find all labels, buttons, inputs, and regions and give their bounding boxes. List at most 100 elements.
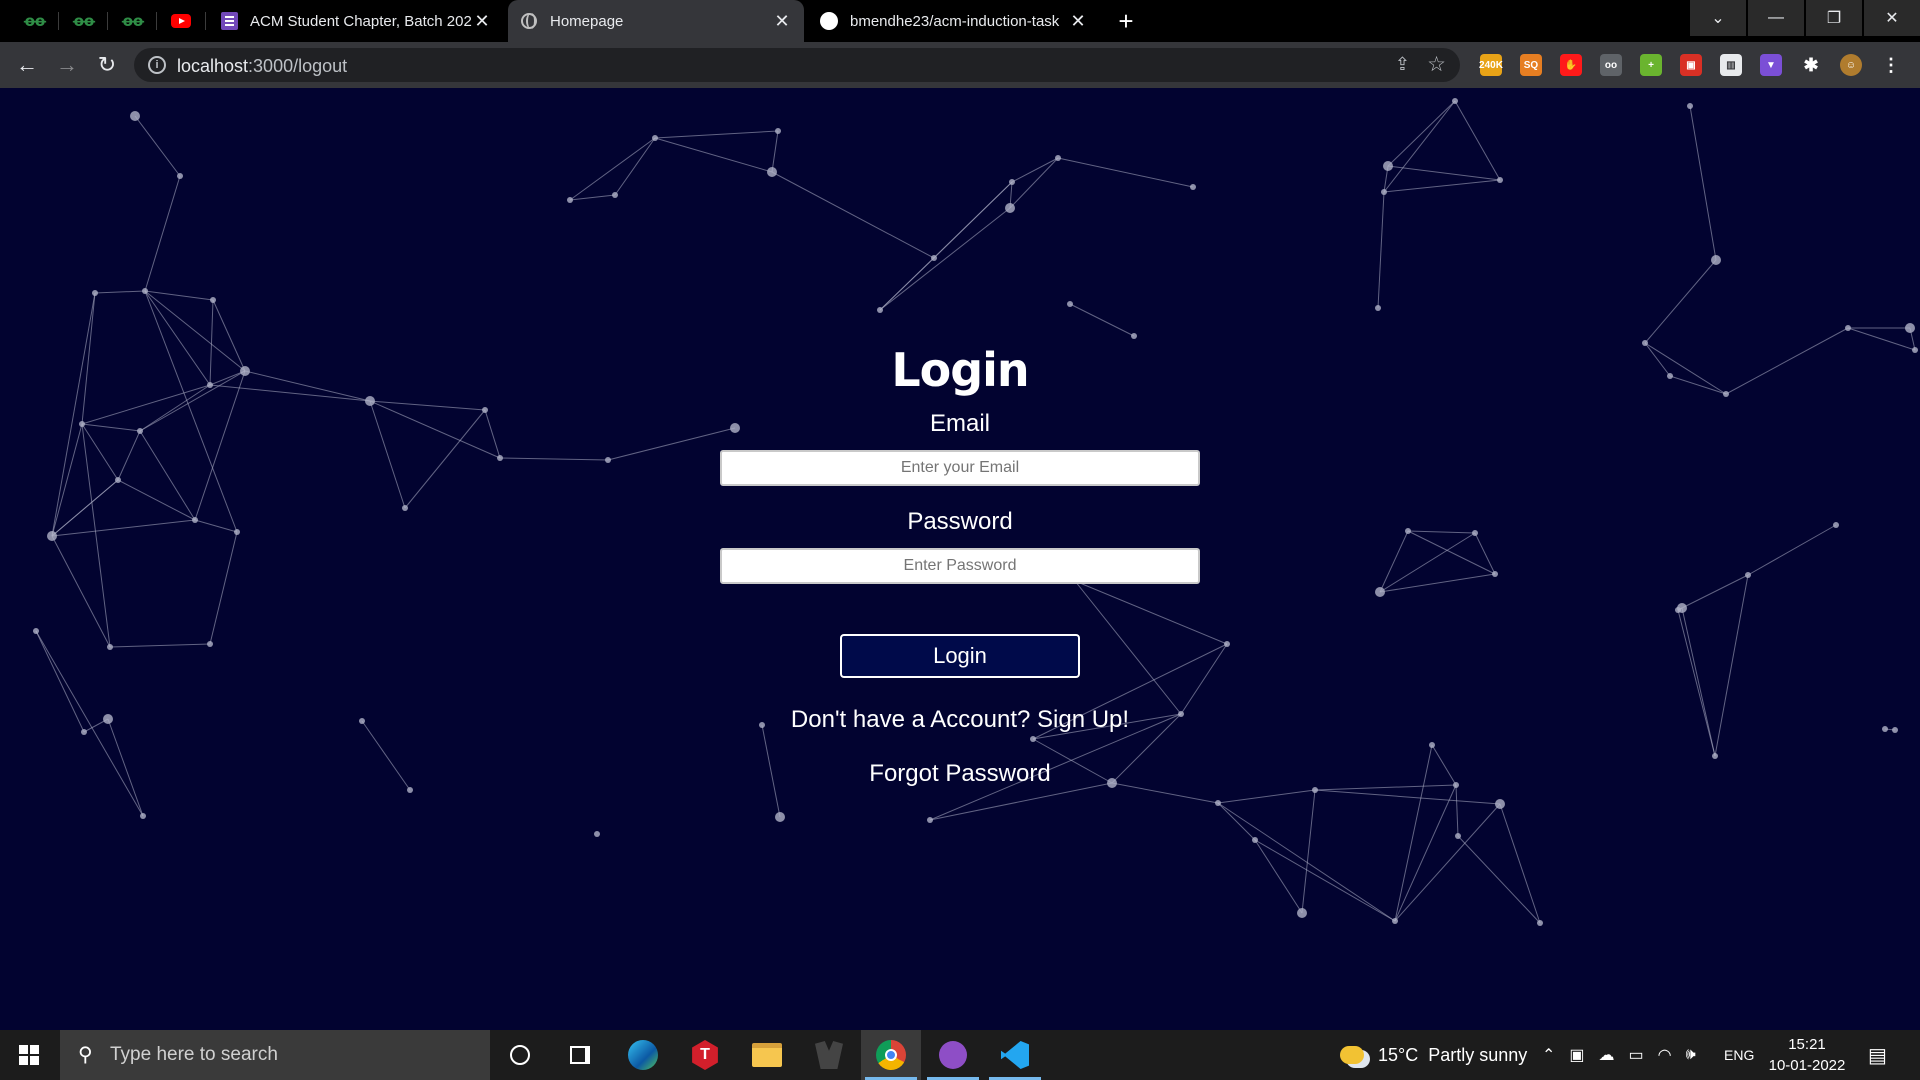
particle-node: [1472, 530, 1478, 536]
weather-temperature: 15°C: [1378, 1044, 1419, 1065]
particle-link: [771, 171, 935, 259]
tab-search-button[interactable]: ⌄: [1690, 0, 1746, 36]
particle-node: [1492, 571, 1498, 577]
notification-center-icon[interactable]: ▤: [1868, 1030, 1887, 1080]
close-tab-icon[interactable]: ✕: [1068, 11, 1088, 32]
purple-extension-icon[interactable]: ▼: [1760, 54, 1782, 76]
email-field[interactable]: [720, 450, 1200, 486]
t-app[interactable]: T: [675, 1030, 735, 1080]
particle-link: [929, 782, 1113, 821]
start-button[interactable]: [0, 1030, 58, 1080]
sq-extension-icon[interactable]: SQ: [1520, 54, 1542, 76]
pinned-tab-geeksforgeeks[interactable]: ꝋꝋ: [108, 0, 156, 42]
particle-node: [1711, 255, 1721, 265]
profile-avatar-icon[interactable]: ☺: [1840, 54, 1862, 76]
particle-node: [1375, 587, 1385, 597]
vscode-icon: [1001, 1041, 1029, 1069]
particle-node: [79, 421, 85, 427]
chevron-up-icon[interactable]: ⌃: [1542, 1045, 1555, 1065]
forgot-password-link[interactable]: Forgot Password: [720, 760, 1200, 788]
chrome-app[interactable]: [861, 1030, 921, 1080]
tab-separator: [205, 12, 206, 30]
particle-node: [767, 167, 777, 177]
wifi-icon[interactable]: ◠: [1658, 1045, 1672, 1065]
new-tab-button[interactable]: +: [1112, 8, 1140, 36]
url-path: :3000/logout: [248, 56, 348, 76]
particle-link: [1681, 607, 1716, 757]
github-desktop-app[interactable]: [923, 1030, 983, 1080]
weather-widget[interactable]: 15°C Partly sunny: [1340, 1030, 1527, 1080]
google-forms-icon: [220, 12, 238, 30]
particle-node: [1429, 742, 1435, 748]
back-button[interactable]: ←: [13, 51, 41, 79]
puzzle-extension-icon[interactable]: ✱: [1800, 54, 1822, 76]
close-window-button[interactable]: ✕: [1864, 0, 1920, 36]
signup-link[interactable]: Don't have a Account? Sign Up!: [720, 706, 1200, 734]
language-indicator[interactable]: ENG: [1724, 1030, 1754, 1080]
forward-button[interactable]: →: [53, 51, 81, 79]
bookmark-star-icon[interactable]: ☆: [1427, 52, 1446, 77]
file-explorer-app[interactable]: [737, 1030, 797, 1080]
url-text[interactable]: localhost:3000/logout: [177, 56, 347, 77]
edge-icon: [628, 1040, 658, 1070]
share-icon[interactable]: ⇪: [1395, 54, 1410, 75]
login-button[interactable]: Login: [840, 634, 1080, 678]
tab-acm-student-chapter[interactable]: ACM Student Chapter, Batch 202 ✕: [208, 0, 504, 42]
close-tab-icon[interactable]: ✕: [772, 11, 792, 32]
tab-github-repo[interactable]: bmendhe23/acm-induction-task ✕: [808, 0, 1100, 42]
particle-link: [81, 384, 211, 425]
particle-link: [244, 370, 371, 402]
particle-link: [1747, 524, 1837, 576]
predator-app[interactable]: [799, 1030, 859, 1080]
site-info-icon[interactable]: i: [148, 56, 166, 74]
pinned-tab-youtube[interactable]: [157, 0, 205, 42]
240k-extension-icon[interactable]: 240K: [1479, 54, 1503, 76]
particle-link: [134, 115, 181, 177]
particle-link: [144, 290, 238, 533]
pinned-tab-geeksforgeeks[interactable]: ꝋꝋ: [10, 0, 58, 42]
page-title: Login: [891, 343, 1029, 397]
particle-node: [594, 831, 600, 837]
vscode-app[interactable]: [985, 1030, 1045, 1080]
particle-link: [1379, 532, 1476, 593]
particle-link: [654, 137, 773, 173]
cortana-button[interactable]: [490, 1030, 550, 1080]
onedrive-cloud-icon[interactable]: ☁: [1599, 1045, 1615, 1065]
particle-node: [1452, 98, 1458, 104]
task-view-button[interactable]: [550, 1030, 610, 1080]
password-field[interactable]: [720, 548, 1200, 584]
particle-link: [569, 137, 656, 201]
particle-link: [1407, 530, 1496, 575]
particle-node: [81, 729, 87, 735]
particle-node: [1642, 340, 1648, 346]
green-plus-extension-icon[interactable]: +: [1640, 54, 1662, 76]
particle-node: [407, 787, 413, 793]
battery-icon[interactable]: ▭: [1629, 1045, 1644, 1065]
chrome-icon: [876, 1040, 906, 1070]
taskbar-clock[interactable]: 15:21 10-01-2022: [1762, 1034, 1852, 1076]
pinned-tab-geeksforgeeks[interactable]: ꝋꝋ: [59, 0, 107, 42]
tab-homepage[interactable]: Homepage ✕: [508, 0, 804, 42]
glasses-extension-icon[interactable]: oo: [1600, 54, 1622, 76]
edge-app[interactable]: [613, 1030, 673, 1080]
restore-button[interactable]: ❐: [1806, 0, 1862, 36]
particle-link: [194, 370, 246, 521]
address-bar[interactable]: i localhost:3000/logout ⇪ ☆: [134, 48, 1460, 82]
chart-extension-icon[interactable]: ▥: [1720, 54, 1742, 76]
particle-node: [207, 382, 213, 388]
tab-title: ACM Student Chapter, Batch 202: [250, 12, 472, 30]
particle-link: [1387, 100, 1456, 167]
reload-button[interactable]: ↻: [93, 51, 121, 79]
red-box-extension-icon[interactable]: ▣: [1680, 54, 1702, 76]
meet-now-icon[interactable]: ▣: [1569, 1045, 1584, 1065]
menu-kebab-icon[interactable]: ⋮: [1880, 54, 1902, 76]
particle-link: [1431, 744, 1457, 786]
particle-node: [240, 366, 250, 376]
red-extension-icon[interactable]: ✋: [1560, 54, 1582, 76]
particle-link: [139, 384, 211, 432]
taskbar-search-box[interactable]: ⚲ Type here to search: [60, 1030, 490, 1080]
minimize-button[interactable]: —: [1748, 0, 1804, 36]
particle-node: [142, 288, 148, 294]
volume-icon[interactable]: 🕪: [1686, 1046, 1696, 1064]
close-tab-icon[interactable]: ✕: [472, 11, 492, 32]
